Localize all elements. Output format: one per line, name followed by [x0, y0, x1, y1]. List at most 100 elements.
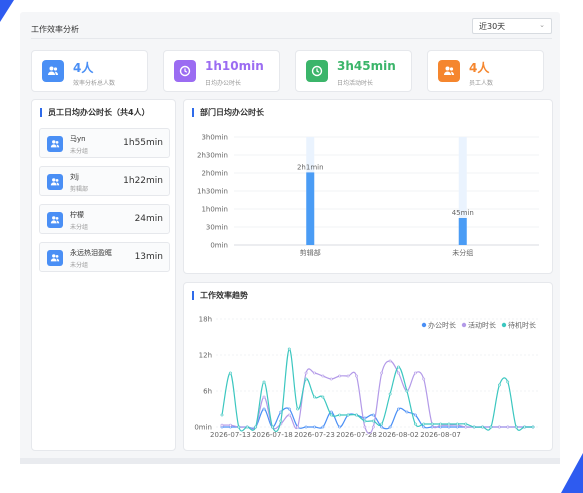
dept-bar-chart: 0min 30min 1h0min 1h30min 2h0min 2h30min 3h0mi… [197, 134, 539, 257]
employee-time: 24min [134, 214, 163, 224]
data-point [321, 374, 325, 378]
data-point [254, 425, 258, 429]
data-point [304, 425, 308, 429]
data-point [287, 413, 291, 417]
employee-item[interactable]: 柠檬 未分组 24min [39, 204, 170, 234]
employee-name: 永远热泪盈眶 [70, 249, 112, 257]
data-point [523, 425, 526, 429]
data-point [363, 425, 367, 429]
data-point [355, 413, 358, 417]
data-point [388, 392, 392, 396]
data-point [220, 423, 224, 427]
date-range-select[interactable]: 近30天 ⌄ [472, 18, 552, 34]
data-point [397, 365, 400, 369]
data-point [422, 425, 426, 429]
stat-card-office: 1h10min 日均办公时长 [163, 50, 280, 92]
employee-item[interactable]: 永远热泪盈眶 未分组 13min [39, 242, 170, 272]
data-point [296, 425, 300, 429]
data-point [329, 377, 333, 381]
data-point [313, 425, 316, 429]
y-tick-label: 2h30min [197, 152, 228, 160]
y-tick-label: 0min [210, 242, 228, 250]
data-point [355, 374, 358, 378]
employee-time: 1h22min [123, 176, 163, 186]
data-point [380, 422, 384, 426]
date-range-value: 近30天 [479, 22, 506, 31]
efficiency-trend-panel: 工作效率趋势 0min 6h 12h 18h 2026-07-13 2026-07-18 2… [183, 282, 553, 451]
x-tick-label: 2026-07-13 [210, 431, 251, 439]
stat-value: 4人 [73, 61, 94, 75]
data-point [464, 425, 468, 429]
header-divider [31, 38, 552, 39]
employee-name: 柠檬 [70, 211, 84, 219]
data-point [405, 389, 409, 393]
employee-name: 刘j [70, 173, 79, 181]
stat-label: 员工人数 [469, 80, 494, 87]
employee-dept: 未分组 [70, 262, 89, 269]
stat-label: 日均活动时长 [337, 80, 374, 87]
bar [306, 172, 315, 245]
legend-label: 活动时长 [468, 321, 496, 330]
data-point [388, 359, 392, 363]
data-point [514, 425, 518, 429]
data-point [346, 374, 350, 378]
analysis-panel: 工作效率分析 近30天 ⌄ 4人 效率分析总人数 1h10min 日均办公时长 … [20, 12, 560, 460]
y-tick-label: 2h0min [201, 170, 228, 178]
legend-marker [501, 322, 507, 328]
data-point [497, 383, 501, 387]
series-line [221, 360, 533, 435]
data-point [313, 395, 316, 399]
chevron-down-icon: ⌄ [539, 21, 545, 29]
x-tick-label: 2026-07-23 [294, 431, 335, 439]
data-point [464, 422, 468, 426]
data-point [413, 371, 417, 375]
data-point [489, 425, 493, 429]
data-point [481, 425, 484, 429]
user-avatar-icon [47, 212, 63, 228]
data-point [220, 413, 224, 417]
y-tick-label: 30min [206, 224, 228, 232]
stat-label: 日均办公时长 [205, 80, 242, 87]
stat-card-activity: 3h45min 日均活动时长 [295, 50, 412, 92]
data-point [413, 413, 417, 417]
data-point [422, 422, 426, 426]
x-tick-label: 2026-08-07 [420, 431, 461, 439]
bar [458, 218, 467, 245]
data-point [405, 410, 409, 414]
data-point [397, 407, 400, 411]
users-icon [438, 60, 460, 82]
data-point [338, 374, 342, 378]
data-point [304, 371, 308, 375]
data-point [506, 425, 510, 429]
user-avatar-icon [47, 250, 63, 266]
data-point [371, 425, 375, 429]
data-point [229, 423, 232, 427]
trend-line-chart: 0min6h12h18h2026-07-13 2026-07-18 2026-07-… [194, 316, 539, 439]
employee-item[interactable]: 马yn 未分组 1h55min [39, 128, 170, 158]
y-tick-label: 18h [199, 316, 212, 324]
bar-data-label: 2h1min [297, 163, 324, 171]
stat-card-employees: 4人 员工人数 [427, 50, 544, 92]
corner-decoration [561, 453, 583, 493]
data-point [506, 380, 510, 384]
data-point [271, 425, 274, 429]
dept-duration-chart-panel: 部门日均办公时长 0min 30min 1h0min 1h30min 2h0min 2h3… [183, 99, 553, 274]
employee-dept: 未分组 [70, 224, 89, 231]
y-tick-label: 12h [199, 352, 212, 360]
data-point [237, 425, 241, 429]
data-point [455, 422, 459, 426]
data-point [380, 371, 384, 375]
employee-dept: 未分组 [70, 148, 89, 155]
clock-icon [174, 60, 196, 82]
data-point [531, 425, 535, 429]
data-point [338, 413, 342, 417]
stat-value: 3h45min [337, 59, 396, 73]
user-avatar-icon [47, 136, 63, 152]
data-point [497, 425, 501, 429]
employee-item[interactable]: 刘j 剪辑部 1h22min [39, 166, 170, 196]
x-tick-label: 2026-08-02 [378, 431, 419, 439]
employee-dept: 剪辑部 [70, 186, 89, 193]
data-point [313, 371, 316, 375]
stat-card-total: 4人 效率分析总人数 [31, 50, 148, 92]
x-tick-label: 未分组 [452, 248, 473, 257]
